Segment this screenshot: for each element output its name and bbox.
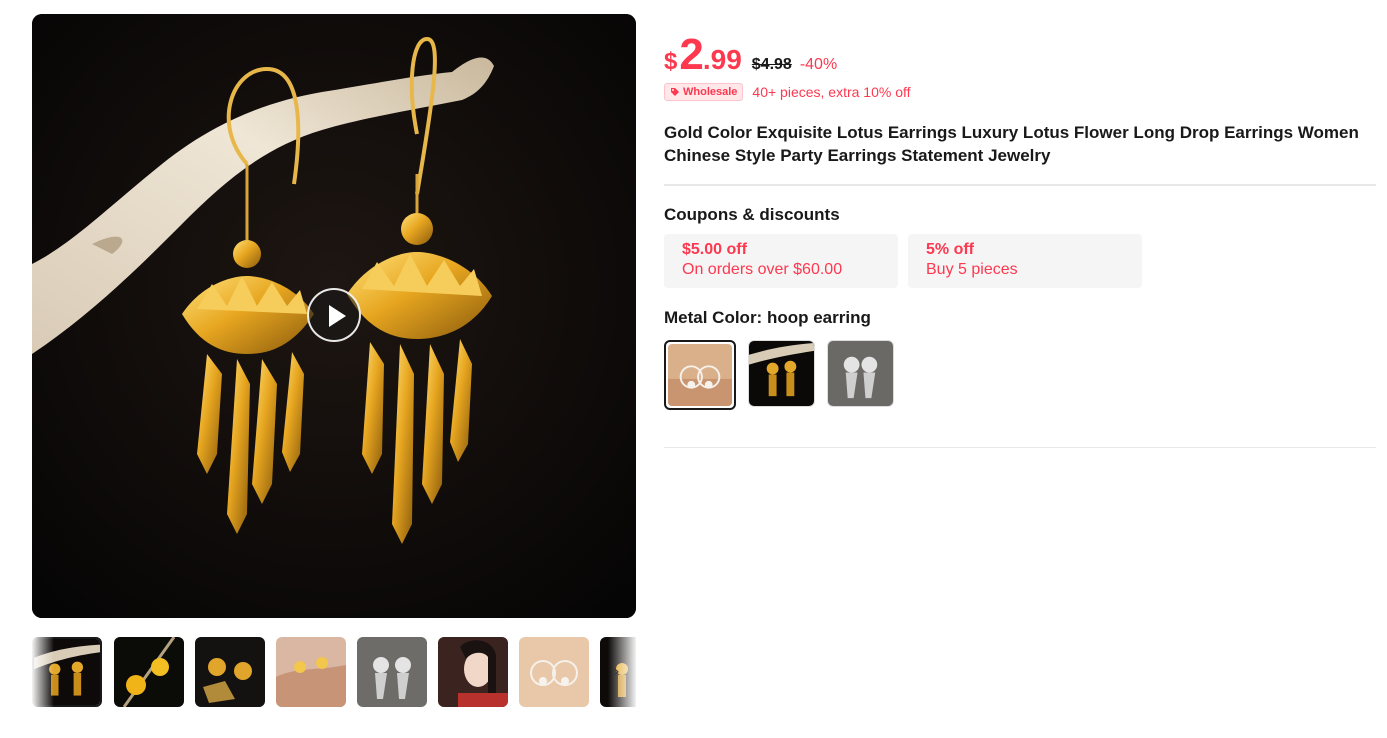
thumbnail-model-wearing-earrings[interactable]: [438, 637, 508, 707]
chevron-right-icon[interactable]: ›: [614, 662, 628, 682]
price-currency: $: [664, 48, 678, 75]
play-video-button[interactable]: [307, 288, 361, 342]
swatch-hoop-earring[interactable]: [664, 340, 736, 410]
coupon-amount: 5% off: [926, 241, 974, 258]
thumbnail-silver-earrings[interactable]: [357, 637, 427, 707]
main-product-image[interactable]: [32, 14, 636, 618]
price-integer: 2: [679, 30, 704, 79]
wholesale-badge-label: Wholesale: [683, 86, 738, 98]
coupon-amount: $5.00 off: [682, 241, 747, 258]
product-title: Gold Color Exquisite Lotus Earrings Luxu…: [664, 123, 1359, 165]
thumbnail-earrings-held-in-hand[interactable]: [276, 637, 346, 707]
thumbnail-gold-leaf-earrings[interactable]: [195, 637, 265, 707]
divider: [664, 447, 1376, 448]
tag-icon: [671, 88, 679, 96]
thumbnail-gold-earrings-driftwood[interactable]: [32, 637, 102, 707]
wholesale-row: Wholesale 40+ pieces, extra 10% off: [664, 82, 1376, 102]
price-row: $ 2 .99 $4.98 -40%: [664, 30, 1376, 79]
divider: [664, 184, 1376, 186]
coupons-heading: Coupons & discounts: [664, 205, 840, 224]
thumbnail-yellow-flower-earrings[interactable]: [114, 637, 184, 707]
metal-color-options: [664, 340, 1376, 410]
swatch-gold-lotus[interactable]: [748, 340, 815, 407]
discount-percent: -40%: [799, 56, 838, 73]
thumbnail-strip: ›: [32, 636, 636, 708]
thumbnail-hoop-earrings-on-beige[interactable]: [519, 637, 589, 707]
wholesale-badge: Wholesale: [664, 83, 744, 101]
product-info: $ 2 .99 $4.98 -40% Wholesale 40+ pieces,…: [664, 30, 1376, 448]
coupon-condition: On orders over $60.00: [682, 261, 843, 278]
original-price: $4.98: [751, 56, 792, 73]
wholesale-offer: 40+ pieces, extra 10% off: [752, 84, 911, 100]
price-decimal: .99: [702, 44, 742, 75]
metal-color-heading: Metal Color: hoop earring: [664, 308, 871, 327]
coupon-card[interactable]: 5% off Buy 5 pieces: [908, 234, 1142, 288]
coupon-card[interactable]: $5.00 off On orders over $60.00: [664, 234, 898, 288]
coupon-condition: Buy 5 pieces: [926, 261, 1018, 278]
coupon-list: $5.00 off On orders over $60.00 5% off B…: [664, 234, 1376, 288]
swatch-silver-lotus[interactable]: [827, 340, 894, 407]
